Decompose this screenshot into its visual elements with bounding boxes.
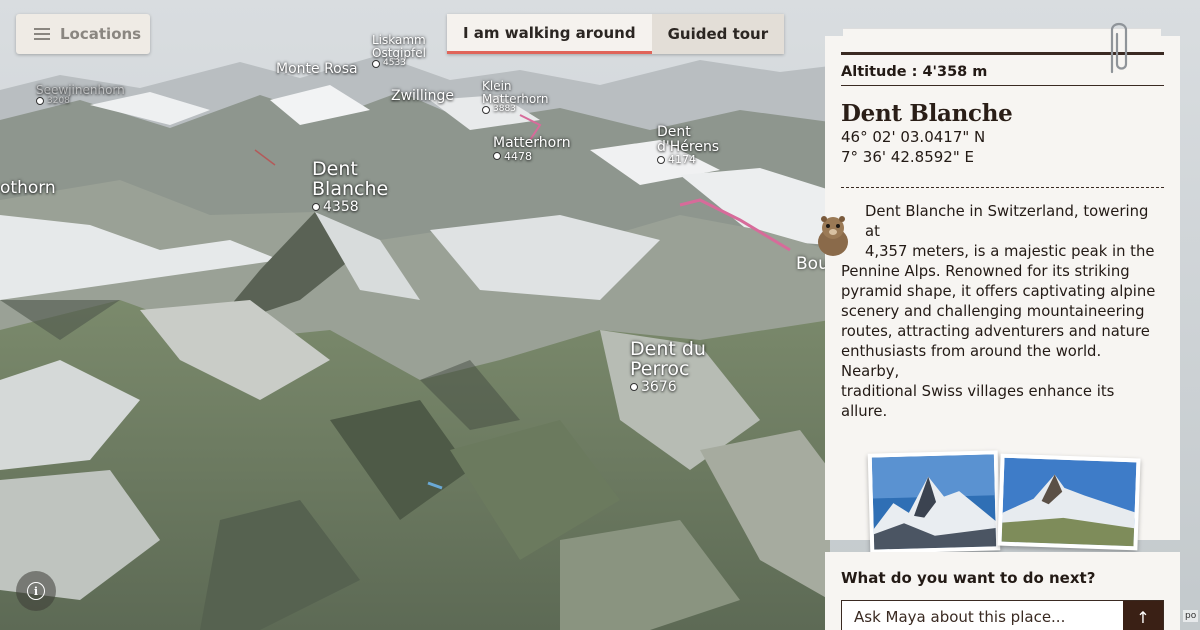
tab-walking-around[interactable]: I am walking around — [447, 14, 652, 54]
next-action-card: What do you want to do next? ↑ — [825, 552, 1180, 630]
latitude: 46° 02' 03.0417" N — [841, 128, 986, 146]
description-line: enthusiasts from around the world. Nearb… — [841, 343, 1102, 380]
next-question: What do you want to do next? — [841, 569, 1096, 587]
description-line: routes, attracting adventurers and natur… — [841, 323, 1150, 340]
longitude: 7° 36' 42.8592" E — [841, 148, 974, 166]
peak-label-monte-rosa[interactable]: Monte Rosa — [276, 62, 358, 77]
description-line: scenery and challenging mountaineering — [841, 303, 1145, 320]
peak-label-klein-matterhorn[interactable]: Klein Matterhorn 3883 — [482, 80, 549, 115]
peak-label-dent-d-herens[interactable]: Dent d'Hérens 4174 — [657, 125, 719, 166]
marmot-avatar-icon — [818, 216, 848, 256]
info-icon: i — [27, 582, 45, 600]
peak-label-othorn[interactable]: othorn — [0, 179, 56, 198]
corner-attribution: po — [1183, 610, 1199, 622]
photo-thumbnail[interactable] — [997, 453, 1141, 551]
mode-switcher: I am walking around Guided tour — [447, 14, 785, 54]
send-button[interactable]: ↑ — [1123, 601, 1163, 630]
description-line: pyramid shape, it offers captivating alp… — [841, 283, 1156, 300]
locations-button[interactable]: Locations — [16, 14, 150, 54]
mountain-photo-2 — [1001, 457, 1137, 547]
peak-label-liskamm[interactable]: Liskamm Ostgipfel 4533 — [372, 34, 426, 69]
peak-label-seewjinenhorn[interactable]: Seewjinenhorn 3208 — [36, 84, 125, 106]
locations-label: Locations — [60, 25, 142, 43]
peak-label-dent-blanche[interactable]: Dent Blanche 4358 — [312, 159, 388, 215]
peak-label-dent-du-perroc[interactable]: Dent du Perroc 3676 — [630, 339, 706, 395]
tab-guided-tour[interactable]: Guided tour — [651, 14, 785, 54]
menu-icon — [34, 28, 50, 40]
place-description: Dent Blanche in Switzerland, towering at… — [841, 202, 1164, 422]
paperclip-icon — [1110, 22, 1128, 74]
photo-gallery — [841, 450, 1164, 562]
place-details-panel: Altitude : 4'358 m Dent Blanche 46° 02' … — [825, 36, 1180, 554]
info-button[interactable]: i — [16, 571, 56, 611]
ask-maya-input[interactable] — [842, 601, 1123, 630]
place-title: Dent Blanche — [841, 100, 1013, 127]
dashed-divider — [841, 187, 1164, 188]
photo-thumbnail[interactable] — [867, 450, 1001, 554]
description-line: Pennine Alps. Renowned for its striking — [841, 263, 1130, 280]
description-line: traditional Swiss villages enhance its a… — [841, 383, 1115, 420]
peak-label-matterhorn[interactable]: Matterhorn 4478 — [493, 136, 571, 162]
description-line: 4,357 meters, is a majestic peak in the — [865, 243, 1155, 260]
altitude-rule — [841, 85, 1164, 86]
peak-label-zwillinge[interactable]: Zwillinge — [391, 89, 454, 104]
description-line: Dent Blanche in Switzerland, towering at — [865, 203, 1149, 240]
mountain-photo-1 — [871, 454, 997, 550]
arrow-up-icon: ↑ — [1136, 607, 1150, 627]
ask-box: ↑ — [841, 600, 1164, 630]
